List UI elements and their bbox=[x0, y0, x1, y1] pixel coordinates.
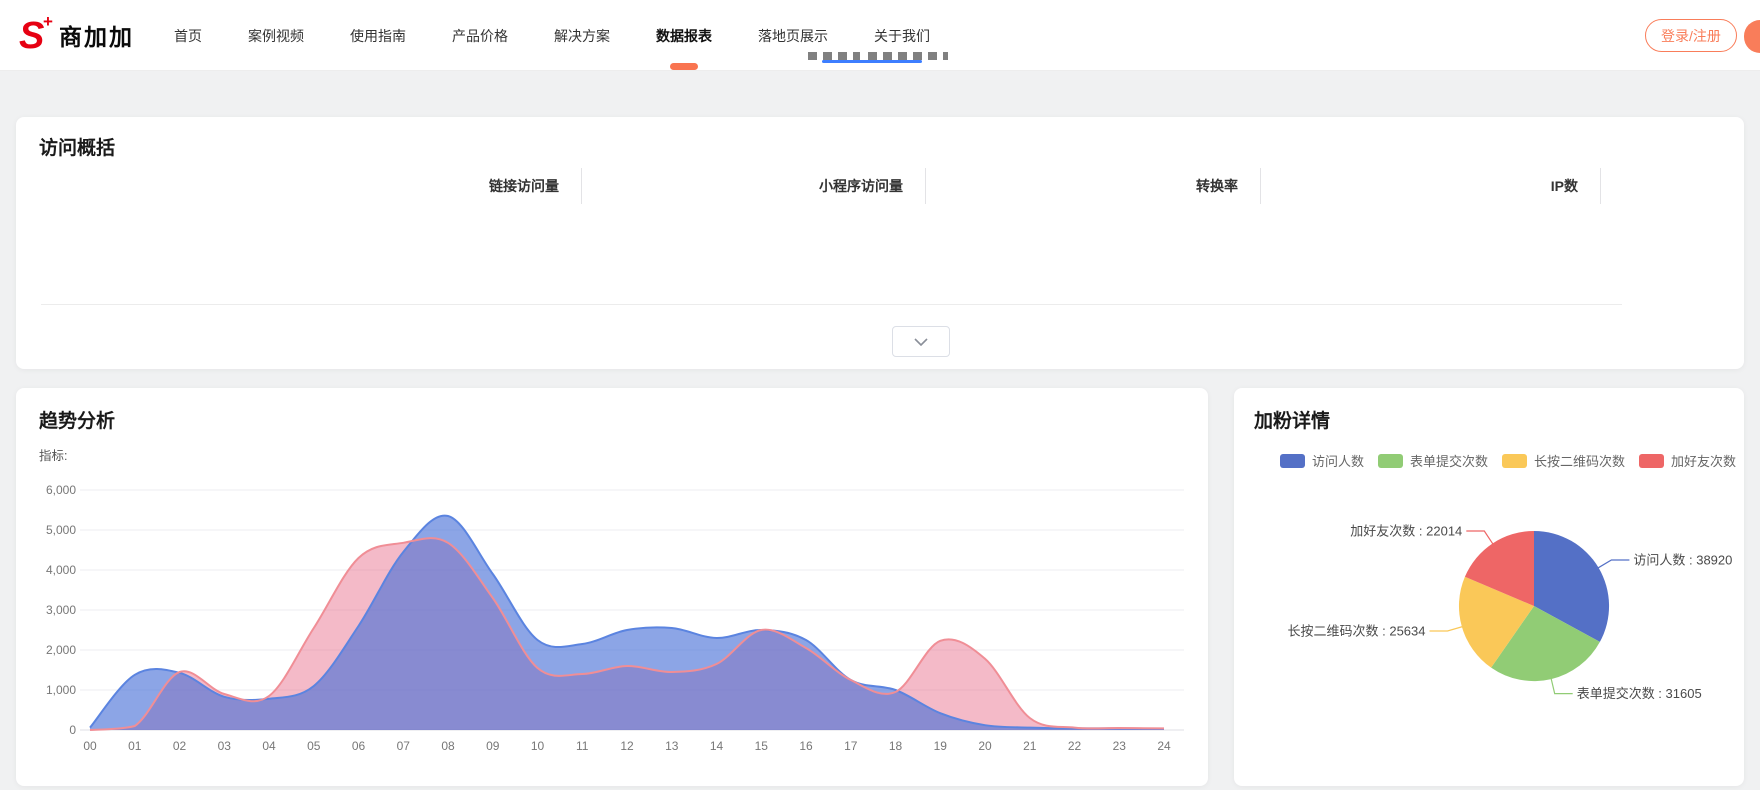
table-spacer bbox=[39, 204, 263, 252]
svg-text:+: + bbox=[43, 14, 53, 31]
y-axis-label: 4,000 bbox=[46, 563, 76, 577]
main-nav: 首页案例视频使用指南产品价格解决方案数据报表落地页展示关于我们 bbox=[174, 0, 930, 71]
overview-divider bbox=[41, 304, 1622, 305]
x-axis-label: 10 bbox=[531, 739, 545, 753]
pie-callout-line bbox=[1598, 560, 1630, 568]
overview-title: 访问概括 bbox=[39, 133, 115, 160]
table-spacer bbox=[582, 204, 926, 252]
column-header-转换率: 转换率 bbox=[926, 168, 1261, 204]
active-nav-underline bbox=[670, 63, 698, 70]
pie-callout-line bbox=[1551, 678, 1573, 694]
x-axis-label: 23 bbox=[1113, 739, 1127, 753]
pie-callout-label: 长按二维码次数 : 25634 bbox=[1288, 624, 1426, 639]
pie-legend: 访问人数 表单提交次数 长按二维码次数 加好友次数 bbox=[1280, 451, 1736, 470]
x-axis-label: 20 bbox=[978, 739, 992, 753]
nav-item-首页[interactable]: 首页 bbox=[174, 0, 202, 71]
x-axis-label: 16 bbox=[799, 739, 813, 753]
y-axis-label: 3,000 bbox=[46, 603, 76, 617]
table-spacer bbox=[926, 204, 1261, 252]
x-axis-label: 08 bbox=[441, 739, 455, 753]
nav-item-案例视频[interactable]: 案例视频 bbox=[248, 0, 304, 71]
nav-item-使用指南[interactable]: 使用指南 bbox=[350, 0, 406, 71]
login-register-button[interactable]: 登录/注册 bbox=[1645, 19, 1737, 52]
x-axis-label: 09 bbox=[486, 739, 500, 753]
y-axis-label: 5,000 bbox=[46, 523, 76, 537]
x-axis-label: 18 bbox=[889, 739, 903, 753]
legend-swatch bbox=[1502, 454, 1527, 468]
x-axis-label: 22 bbox=[1068, 739, 1082, 753]
x-axis-label: 02 bbox=[173, 739, 187, 753]
top-nav-bar: S + 商加加 首页案例视频使用指南产品价格解决方案数据报表落地页展示关于我们 … bbox=[0, 0, 1760, 71]
table-spacer bbox=[39, 168, 263, 204]
pie-callout-label: 加好友次数 : 22014 bbox=[1350, 524, 1462, 539]
legend-item-长按二维码次数[interactable]: 长按二维码次数 bbox=[1502, 451, 1625, 470]
table-spacer bbox=[263, 204, 582, 252]
y-axis-label: 2,000 bbox=[46, 643, 76, 657]
x-axis-label: 14 bbox=[710, 739, 724, 753]
y-axis-label: 6,000 bbox=[46, 483, 76, 497]
x-axis-label: 01 bbox=[128, 739, 142, 753]
y-axis-label: 1,000 bbox=[46, 683, 76, 697]
trend-title: 趋势分析 bbox=[39, 406, 115, 433]
fans-detail-card: 加粉详情 访问人数 表单提交次数 长按二维码次数 加好友次数 访问人数 : 38920… bbox=[1234, 388, 1744, 786]
chevron-down-icon bbox=[914, 338, 928, 346]
register-cutoff-button[interactable] bbox=[1744, 20, 1760, 53]
nav-item-数据报表[interactable]: 数据报表 bbox=[656, 0, 712, 71]
overview-table: 链接访问量小程序访问量转换率IP数 bbox=[39, 168, 1721, 300]
table-spacer bbox=[1601, 168, 1721, 204]
legend-swatch bbox=[1280, 454, 1305, 468]
logo-text: 商加加 bbox=[59, 18, 134, 52]
fans-title: 加粉详情 bbox=[1254, 406, 1330, 433]
logo[interactable]: S + 商加加 bbox=[19, 14, 134, 56]
nav-item-产品价格[interactable]: 产品价格 bbox=[452, 0, 508, 71]
pie-callout-line bbox=[1430, 627, 1463, 632]
x-axis-label: 21 bbox=[1023, 739, 1037, 753]
legend-label: 长按二维码次数 bbox=[1534, 451, 1625, 470]
column-header-小程序访问量: 小程序访问量 bbox=[582, 168, 926, 204]
subtab-active-underline bbox=[822, 60, 922, 63]
legend-label: 加好友次数 bbox=[1671, 451, 1736, 470]
legend-item-加好友次数[interactable]: 加好友次数 bbox=[1639, 451, 1736, 470]
clipped-subtab-text[interactable] bbox=[808, 52, 860, 60]
y-axis-label: 0 bbox=[69, 723, 76, 737]
x-axis-label: 07 bbox=[397, 739, 411, 753]
metric-label: 指标: bbox=[39, 445, 67, 464]
x-axis-label: 03 bbox=[218, 739, 232, 753]
x-axis-label: 24 bbox=[1157, 739, 1171, 753]
x-axis-label: 05 bbox=[307, 739, 321, 753]
legend-swatch bbox=[1378, 454, 1403, 468]
pie-callout-label: 表单提交次数 : 31605 bbox=[1577, 686, 1702, 701]
pie-callout-label: 访问人数 : 38920 bbox=[1633, 553, 1732, 568]
x-axis-label: 15 bbox=[755, 739, 769, 753]
visit-overview-card: 访问概括 链接访问量小程序访问量转换率IP数 bbox=[16, 117, 1744, 369]
legend-item-访问人数[interactable]: 访问人数 bbox=[1280, 451, 1364, 470]
expand-button[interactable] bbox=[892, 326, 950, 357]
x-axis-label: 13 bbox=[665, 739, 679, 753]
column-header-IP数: IP数 bbox=[1261, 168, 1601, 204]
pie-callout-line bbox=[1466, 531, 1493, 544]
x-axis-label: 12 bbox=[620, 739, 634, 753]
clipped-subtab-text[interactable] bbox=[868, 52, 948, 60]
nav-item-解决方案[interactable]: 解决方案 bbox=[554, 0, 610, 71]
nav-item-落地页展示[interactable]: 落地页展示 bbox=[758, 0, 828, 71]
trend-area-chart: 0 1,000 2,000 3,000 4,000 5,000 6,000 00 01 02 03 0… bbox=[36, 466, 1192, 766]
legend-label: 表单提交次数 bbox=[1410, 451, 1488, 470]
x-axis-label: 06 bbox=[352, 739, 366, 753]
logo-mark-icon: S + bbox=[19, 14, 55, 56]
x-axis-label: 04 bbox=[262, 739, 276, 753]
x-axis-label: 00 bbox=[83, 739, 97, 753]
x-axis-label: 19 bbox=[934, 739, 948, 753]
svg-text:S: S bbox=[19, 15, 44, 56]
fans-pie-chart: 访问人数 : 38920 表单提交次数 : 31605 长按二维码次数 : 2563… bbox=[1234, 488, 1744, 786]
x-axis-label: 17 bbox=[844, 739, 858, 753]
legend-swatch bbox=[1639, 454, 1664, 468]
x-axis-label: 11 bbox=[576, 739, 589, 753]
trend-analysis-card: 趋势分析 指标: 0 1,000 2,000 3,000 4,000 5,000 6,000… bbox=[16, 388, 1208, 786]
legend-item-表单提交次数[interactable]: 表单提交次数 bbox=[1378, 451, 1488, 470]
column-header-链接访问量: 链接访问量 bbox=[263, 168, 582, 204]
legend-label: 访问人数 bbox=[1312, 451, 1364, 470]
